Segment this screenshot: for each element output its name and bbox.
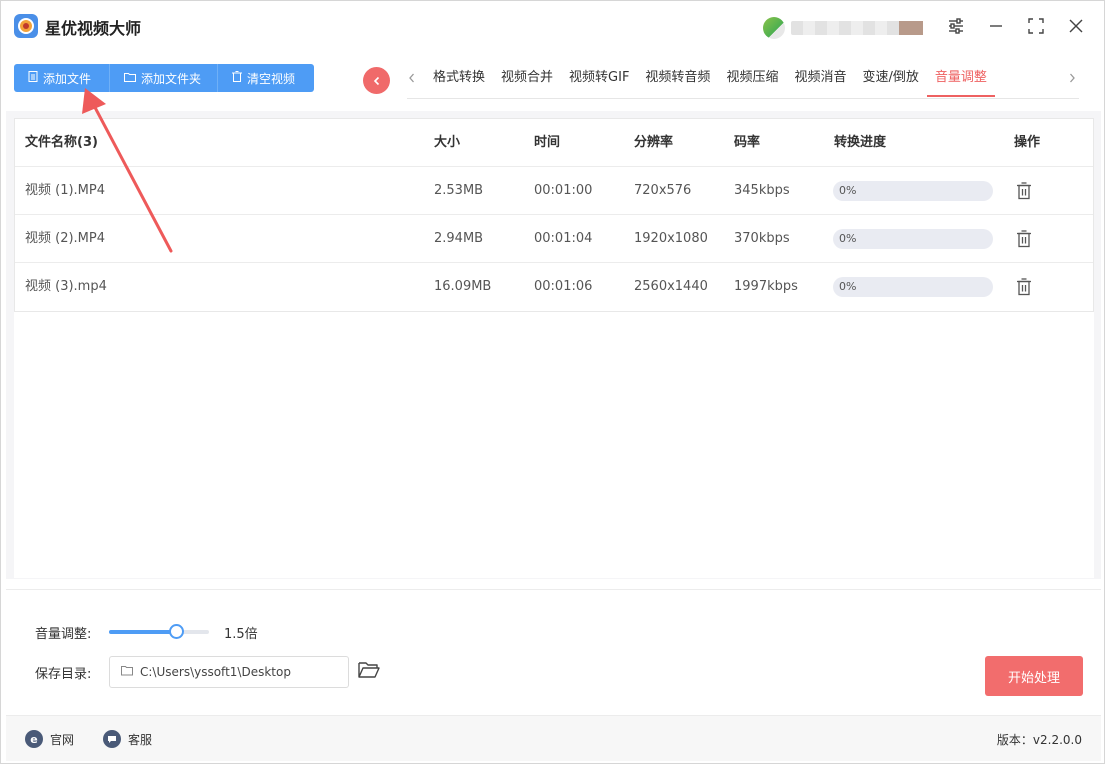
settings-panel	[6, 589, 1101, 715]
tabs-divider	[407, 98, 1079, 99]
app-window: 星优视频大师 添加文件 添加文件夹 清空视频 格式转换 视频合并 视频转GIF …	[0, 0, 1105, 764]
conversion-progress-bar: 0%	[833, 229, 993, 249]
browse-folder-icon[interactable]	[358, 661, 380, 681]
file-name: 视频 (2).MP4	[25, 231, 106, 246]
file-duration: 00:01:00	[534, 183, 593, 198]
user-avatar[interactable]	[763, 17, 785, 39]
add-file-label: 添加文件	[43, 71, 92, 86]
title-bar: 星优视频大师	[1, 1, 1104, 51]
start-processing-button[interactable]: 开始处理	[985, 656, 1083, 696]
tab-speed-reverse[interactable]: 变速/倒放	[854, 61, 926, 97]
chat-bubble-icon	[103, 730, 121, 748]
file-resolution: 720x576	[634, 183, 692, 198]
delete-trash-icon[interactable]	[1016, 230, 1032, 248]
table-header: 文件名称(3) 大小 时间 分辨率 码率 转换进度 操作	[15, 119, 1093, 167]
file-list-empty-space	[14, 310, 1094, 578]
conversion-progress-bar: 0%	[833, 277, 993, 297]
volume-slider-handle[interactable]	[169, 624, 184, 639]
table-row[interactable]: 视频 (2).MP4 2.94MB 00:01:04 1920x1080 370…	[15, 215, 1093, 263]
tab-video-to-gif[interactable]: 视频转GIF	[561, 61, 637, 97]
table-row[interactable]: 视频 (3).mp4 16.09MB 00:01:06 2560x1440 19…	[15, 263, 1093, 311]
file-size: 16.09MB	[434, 279, 492, 294]
header-size: 大小	[434, 135, 461, 150]
header-name: 文件名称(3)	[25, 135, 98, 150]
file-bitrate: 1997kbps	[734, 279, 798, 294]
website-link[interactable]: e 官网	[25, 730, 74, 748]
file-name: 视频 (1).MP4	[25, 183, 106, 198]
function-tabs: 格式转换 视频合并 视频转GIF 视频转音频 视频压缩 视频消音 变速/倒放 音…	[425, 61, 995, 99]
file-bitrate: 370kbps	[734, 231, 790, 246]
version-text: 版本：v2.2.0.0	[996, 733, 1082, 747]
tab-video-merge[interactable]: 视频合并	[493, 61, 561, 97]
volume-slider[interactable]	[109, 624, 209, 639]
website-e-icon: e	[25, 730, 43, 748]
support-link[interactable]: 客服	[103, 730, 152, 748]
tab-video-to-audio[interactable]: 视频转音频	[637, 61, 718, 97]
tabs-scroll-right-icon[interactable]	[1067, 71, 1077, 89]
file-icon	[28, 71, 38, 85]
support-label: 客服	[128, 732, 153, 747]
header-action: 操作	[1014, 135, 1041, 150]
file-duration: 00:01:06	[534, 279, 593, 294]
close-icon[interactable]	[1063, 13, 1089, 39]
user-name-blurred[interactable]	[791, 21, 923, 35]
add-folder-button[interactable]: 添加文件夹	[110, 64, 218, 92]
progress-text: 0%	[839, 232, 857, 245]
header-progress: 转换进度	[834, 135, 887, 150]
file-bitrate: 345kbps	[734, 183, 790, 198]
tab-volume-adjust[interactable]: 音量调整	[926, 61, 995, 97]
add-file-button[interactable]: 添加文件	[14, 64, 110, 92]
app-title: 星优视频大师	[45, 19, 142, 38]
file-duration: 00:01:04	[534, 231, 593, 246]
save-path-field[interactable]	[109, 656, 349, 688]
tab-format-convert[interactable]: 格式转换	[425, 61, 493, 97]
volume-slider-fill	[109, 630, 176, 634]
file-name: 视频 (3).mp4	[25, 279, 107, 294]
table-row[interactable]: 视频 (1).MP4 2.53MB 00:01:00 720x576 345kb…	[15, 167, 1093, 215]
maximize-icon[interactable]	[1023, 13, 1049, 39]
trash-icon	[232, 71, 242, 85]
file-size: 2.53MB	[434, 183, 484, 198]
header-resolution: 分辨率	[634, 135, 674, 150]
tab-video-compress[interactable]: 视频压缩	[718, 61, 786, 97]
delete-trash-icon[interactable]	[1016, 278, 1032, 296]
progress-text: 0%	[839, 184, 857, 197]
save-dir-label: 保存目录:	[35, 667, 92, 682]
tab-video-mute[interactable]: 视频消音	[786, 61, 854, 97]
progress-text: 0%	[839, 280, 857, 293]
header-time: 时间	[534, 135, 561, 150]
minimize-icon[interactable]	[983, 13, 1009, 39]
header-bitrate: 码率	[734, 135, 761, 150]
file-resolution: 1920x1080	[634, 231, 708, 246]
file-size: 2.94MB	[434, 231, 484, 246]
folder-icon	[124, 72, 136, 85]
website-label: 官网	[50, 732, 75, 747]
volume-label: 音量调整:	[35, 627, 92, 642]
file-toolbar: 添加文件 添加文件夹 清空视频	[14, 64, 314, 92]
conversion-progress-bar: 0%	[833, 181, 993, 201]
settings-sliders-icon[interactable]	[943, 13, 969, 39]
delete-trash-icon[interactable]	[1016, 182, 1032, 200]
folder-outline-icon	[121, 665, 133, 677]
collapse-chevron-left-icon[interactable]	[363, 67, 390, 94]
file-resolution: 2560x1440	[634, 279, 708, 294]
file-table: 文件名称(3) 大小 时间 分辨率 码率 转换进度 操作 视频 (1).MP4 …	[14, 118, 1094, 312]
add-folder-label: 添加文件夹	[141, 71, 202, 86]
tabs-scroll-left-icon[interactable]	[407, 71, 417, 89]
footer-bar	[6, 715, 1101, 761]
volume-value: 1.5倍	[224, 627, 258, 642]
clear-videos-label: 清空视频	[247, 71, 296, 86]
clear-videos-button[interactable]: 清空视频	[218, 64, 314, 92]
app-logo-icon	[14, 14, 38, 38]
